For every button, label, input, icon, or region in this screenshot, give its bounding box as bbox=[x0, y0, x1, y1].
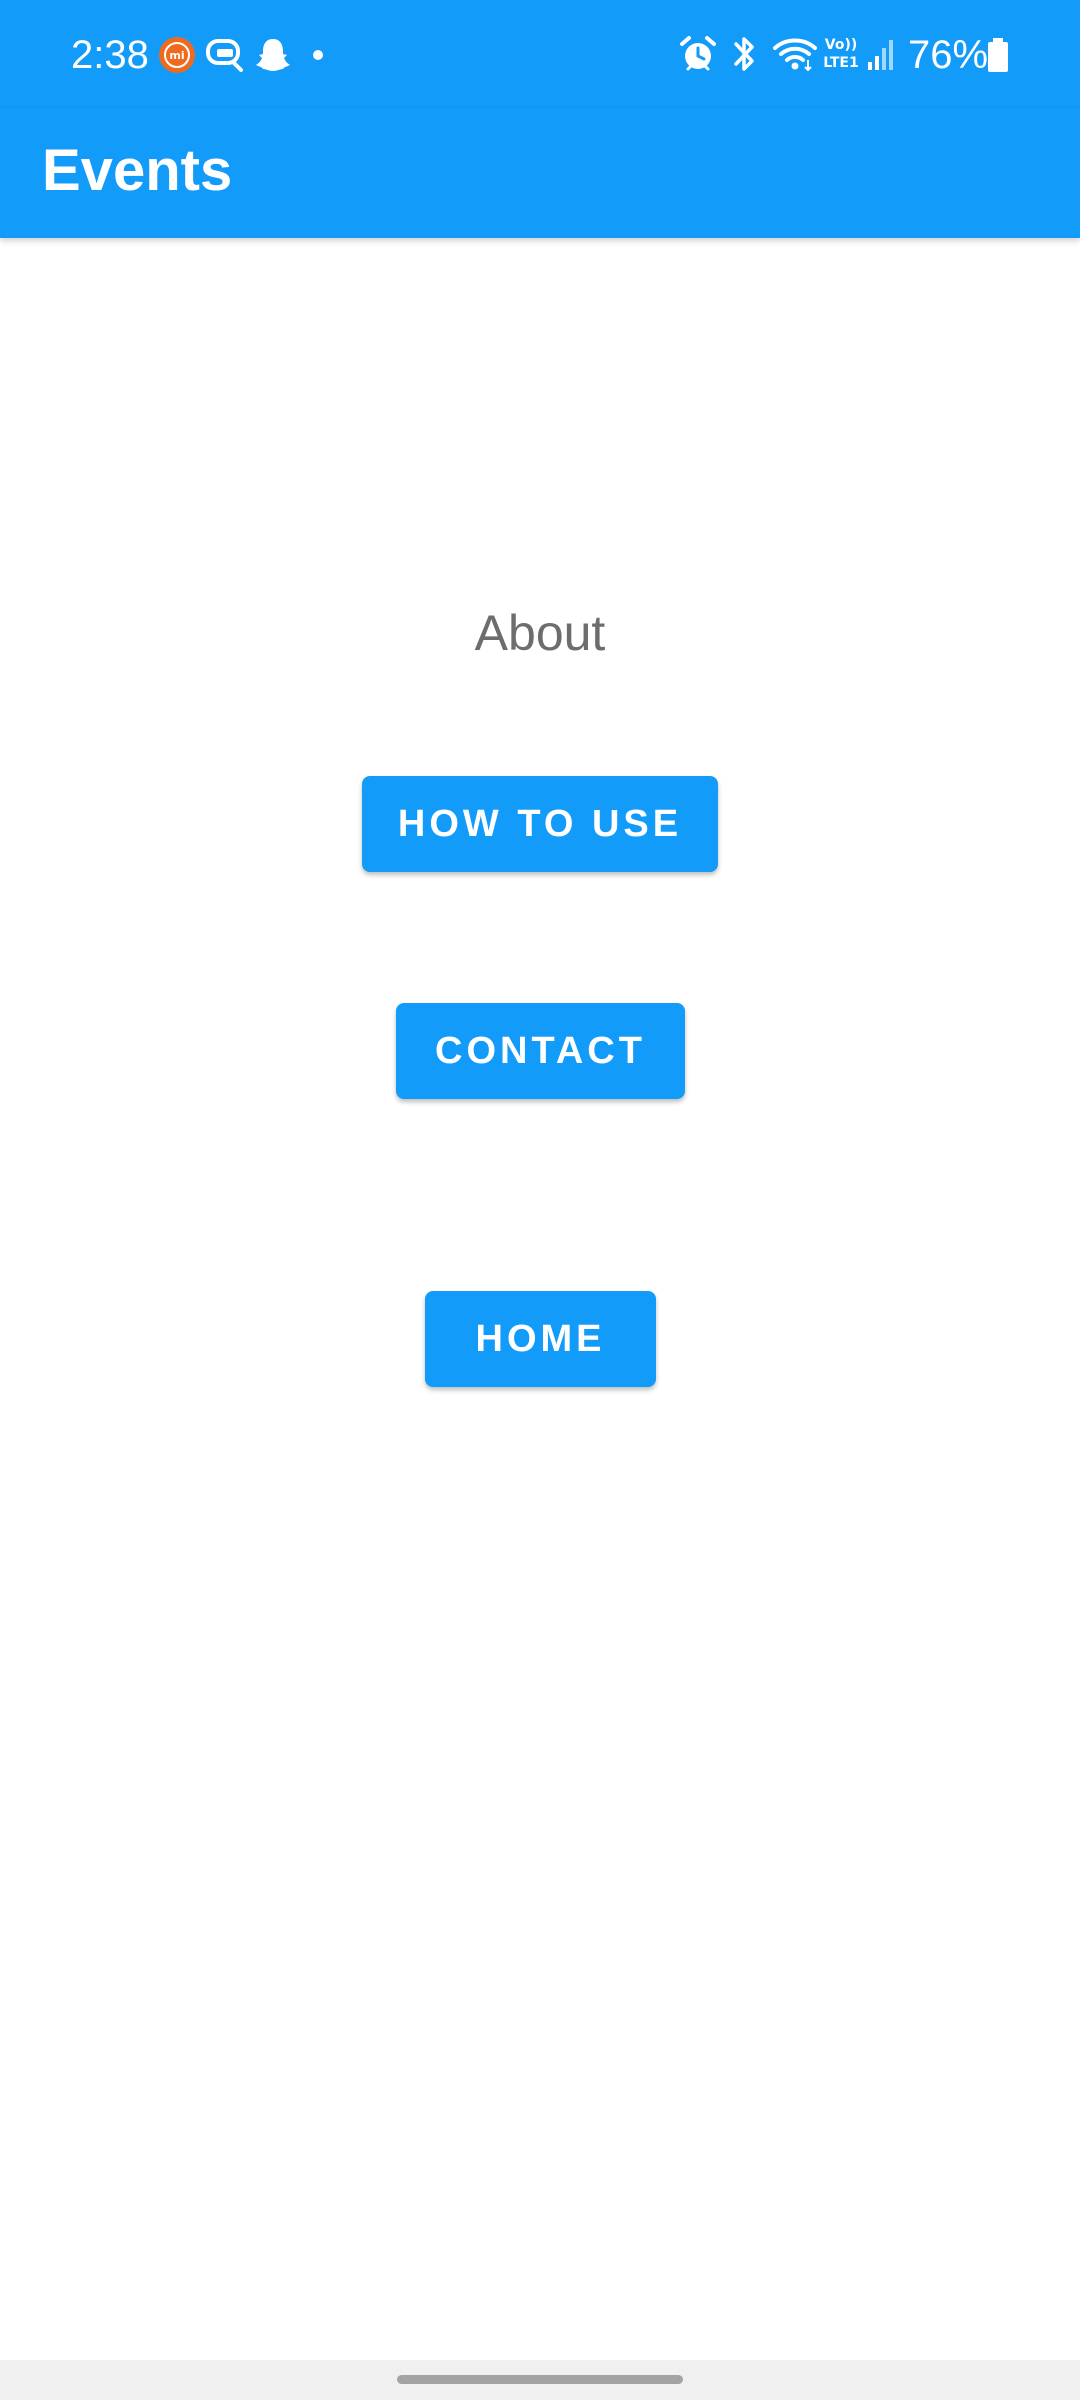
page-title: Events bbox=[42, 138, 233, 203]
snapchat-ghost-icon bbox=[256, 39, 290, 71]
home-button[interactable]: HOME bbox=[425, 1291, 656, 1387]
contact-button[interactable]: CONTACT bbox=[396, 1003, 685, 1099]
navigation-bar bbox=[0, 2360, 1080, 2400]
about-heading: About bbox=[474, 605, 606, 661]
alarm-icon bbox=[680, 36, 716, 71]
lte-label: LTE1 bbox=[823, 55, 859, 71]
status-time: 2:38 bbox=[71, 33, 149, 77]
how-to-use-button[interactable]: HOW TO USE bbox=[362, 776, 718, 872]
home-indicator[interactable] bbox=[397, 2375, 683, 2384]
chat-bubble-icon bbox=[206, 39, 243, 72]
notification-dot-icon bbox=[313, 50, 323, 60]
status-bar: 2:38 mi Vo)) LTE1 76% bbox=[0, 0, 1080, 108]
signal-icon bbox=[868, 40, 893, 70]
volte-lte-icon: Vo)) LTE1 bbox=[820, 36, 862, 76]
screen: 2:38 mi Vo)) LTE1 76% Events About HOW T… bbox=[0, 0, 1080, 2400]
volte-label: Vo)) bbox=[824, 37, 858, 53]
battery-percent: 76% bbox=[908, 33, 989, 77]
app-bar: Events bbox=[0, 108, 1080, 238]
mi-app-icon: mi bbox=[159, 37, 195, 73]
wifi-icon bbox=[773, 38, 817, 72]
battery-icon bbox=[988, 38, 1008, 72]
svg-text:mi: mi bbox=[169, 49, 184, 62]
bluetooth-icon bbox=[734, 37, 754, 71]
